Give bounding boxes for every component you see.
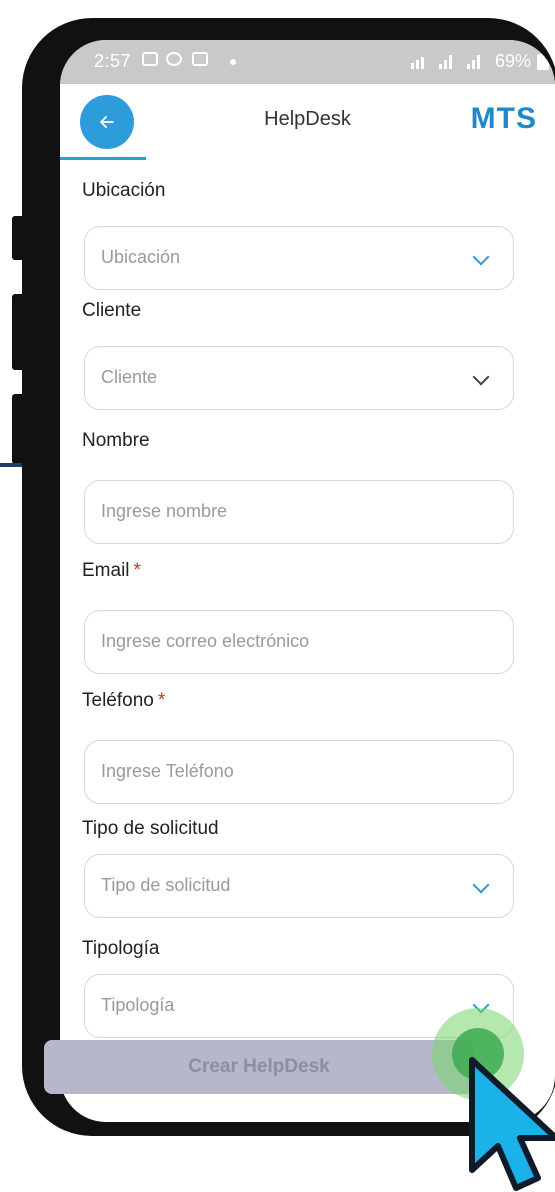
app-header: HelpDesk MTS [60, 84, 555, 160]
logo-text: MTS [470, 102, 537, 135]
signal-icon [438, 54, 461, 69]
tipologia-label: Tipología [82, 938, 160, 959]
more-notifications-dot [230, 59, 236, 65]
notification-icon [192, 52, 208, 66]
header-active-underline [60, 157, 146, 160]
status-bar: 2:57 69% [60, 40, 555, 84]
telefono-required-mark: * [157, 690, 166, 711]
phone-screen: 2:57 69% HelpDesk MTS Ubicación Ubicació… [60, 40, 555, 1122]
phone-frame: 2:57 69% HelpDesk MTS Ubicación Ubicació… [22, 18, 555, 1136]
signal-icon-2 [466, 54, 489, 69]
chevron-down-icon [472, 368, 490, 386]
email-label: Email * [82, 560, 141, 582]
tipo-solicitud-label: Tipo de solicitud [82, 818, 219, 839]
ubicacion-select[interactable]: Ubicación [84, 226, 514, 290]
telefono-label-text: Teléfono [82, 690, 154, 711]
email-input[interactable]: Ingrese correo electrónico [84, 610, 514, 674]
mts-logo: MTS [471, 102, 537, 136]
nombre-input[interactable]: Ingrese nombre [84, 480, 514, 544]
telefono-label: Teléfono * [82, 690, 165, 712]
nombre-placeholder: Ingrese nombre [101, 501, 228, 521]
whatsapp-icon [166, 52, 182, 66]
battery-icon [537, 53, 549, 70]
mouse-cursor-icon [469, 1057, 555, 1191]
cliente-select[interactable]: Cliente [84, 346, 514, 410]
telefono-input[interactable]: Ingrese Teléfono [84, 740, 514, 804]
status-time: 2:57 [94, 51, 132, 71]
email-placeholder: Ingrese correo electrónico [101, 631, 310, 651]
telefono-placeholder: Ingrese Teléfono [101, 761, 234, 781]
tipologia-placeholder: Tipología [101, 995, 175, 1015]
chevron-down-icon [472, 248, 490, 266]
status-right: 69% [410, 51, 549, 72]
tipo-solicitud-select[interactable]: Tipo de solicitud [84, 854, 514, 918]
chevron-down-icon [472, 876, 490, 894]
crear-helpdesk-button[interactable]: Crear HelpDesk [44, 1040, 474, 1094]
wifi-icon [410, 55, 433, 69]
tipo-solicitud-placeholder: Tipo de solicitud [101, 875, 231, 895]
email-label-text: Email [82, 560, 130, 581]
cliente-label: Cliente [82, 300, 142, 321]
ubicacion-placeholder: Ubicación [101, 247, 181, 267]
ubicacion-label: Ubicación [82, 180, 166, 201]
email-required-mark: * [133, 560, 141, 581]
nombre-label: Nombre [82, 430, 150, 451]
cliente-placeholder: Cliente [101, 367, 158, 387]
gallery-icon [142, 52, 158, 66]
battery-percent: 69% [494, 51, 531, 71]
